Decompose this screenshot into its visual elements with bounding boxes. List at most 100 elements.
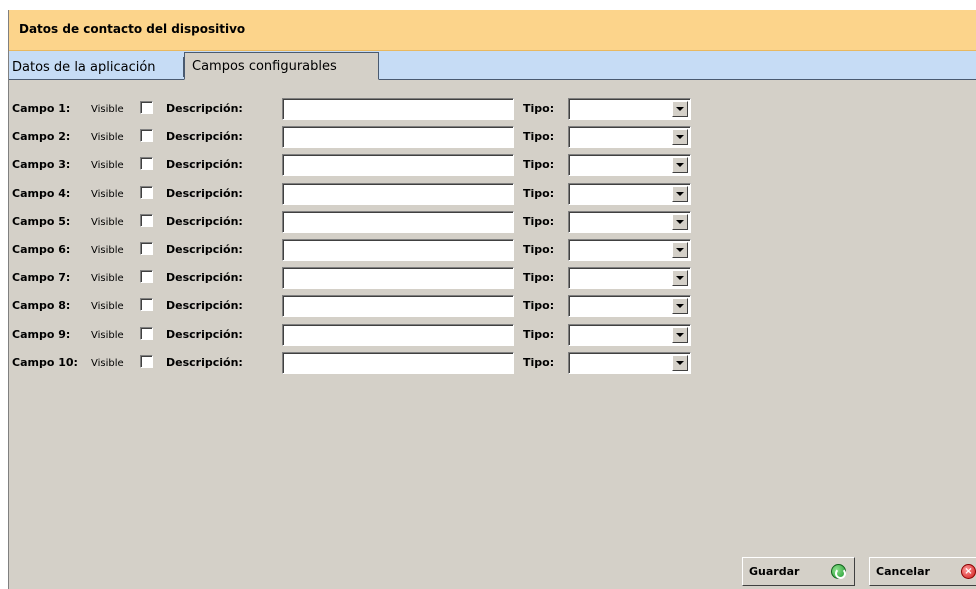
chevron-down-icon bbox=[676, 192, 684, 196]
save-button-label: Guardar bbox=[749, 565, 800, 578]
chevron-down-icon bbox=[676, 276, 684, 280]
chevron-down-icon bbox=[676, 333, 684, 337]
description-input[interactable] bbox=[282, 98, 514, 120]
description-label: Descripción: bbox=[166, 158, 243, 171]
type-select[interactable] bbox=[568, 154, 691, 176]
dropdown-arrow-button[interactable] bbox=[672, 242, 688, 258]
visible-label: Visible bbox=[91, 104, 124, 115]
type-select[interactable] bbox=[568, 126, 691, 148]
description-label: Descripción: bbox=[166, 102, 243, 115]
field-row: Campo 6: Visible Descripción: Tipo: bbox=[9, 239, 709, 261]
visible-label: Visible bbox=[91, 132, 124, 143]
dropdown-arrow-button[interactable] bbox=[672, 298, 688, 314]
type-label: Tipo: bbox=[523, 271, 555, 284]
visible-checkbox[interactable] bbox=[140, 298, 153, 311]
dropdown-arrow-button[interactable] bbox=[672, 129, 688, 145]
visible-checkbox[interactable] bbox=[140, 186, 153, 199]
description-label: Descripción: bbox=[166, 130, 243, 143]
chevron-down-icon bbox=[676, 163, 684, 167]
green-check-circle-icon bbox=[831, 564, 846, 579]
visible-checkbox[interactable] bbox=[140, 214, 153, 227]
dropdown-arrow-button[interactable] bbox=[672, 157, 688, 173]
field-name-label: Campo 6: bbox=[12, 243, 71, 256]
visible-checkbox[interactable] bbox=[140, 129, 153, 142]
description-input[interactable] bbox=[282, 183, 514, 205]
chevron-down-icon bbox=[676, 135, 684, 139]
type-label: Tipo: bbox=[523, 243, 555, 256]
type-select[interactable] bbox=[568, 211, 691, 233]
visible-checkbox[interactable] bbox=[140, 101, 153, 114]
visible-label: Visible bbox=[91, 160, 124, 171]
chevron-down-icon bbox=[676, 220, 684, 224]
visible-label: Visible bbox=[91, 273, 124, 284]
description-input[interactable] bbox=[282, 154, 514, 176]
tab-strip: Datos de la aplicación Campos configurab… bbox=[9, 51, 976, 80]
description-label: Descripción: bbox=[166, 271, 243, 284]
field-row: Campo 8: Visible Descripción: Tipo: bbox=[9, 295, 709, 317]
description-label: Descripción: bbox=[166, 299, 243, 312]
description-input[interactable] bbox=[282, 267, 514, 289]
field-row: Campo 4: Visible Descripción: Tipo: bbox=[9, 183, 709, 205]
dropdown-arrow-button[interactable] bbox=[672, 270, 688, 286]
cancel-button[interactable]: Cancelar × bbox=[869, 557, 976, 586]
description-label: Descripción: bbox=[166, 328, 243, 341]
field-name-label: Campo 4: bbox=[12, 187, 71, 200]
type-label: Tipo: bbox=[523, 187, 555, 200]
type-label: Tipo: bbox=[523, 299, 555, 312]
visible-label: Visible bbox=[91, 189, 124, 200]
field-row: Campo 10: Visible Descripción: Tipo: bbox=[9, 352, 709, 374]
chevron-down-icon bbox=[676, 304, 684, 308]
visible-checkbox[interactable] bbox=[140, 355, 153, 368]
type-label: Tipo: bbox=[523, 102, 555, 115]
dropdown-arrow-button[interactable] bbox=[672, 327, 688, 343]
save-button[interactable]: Guardar bbox=[742, 557, 855, 586]
field-row: Campo 9: Visible Descripción: Tipo: bbox=[9, 324, 709, 346]
description-input[interactable] bbox=[282, 324, 514, 346]
visible-label: Visible bbox=[91, 301, 124, 312]
field-name-label: Campo 3: bbox=[12, 158, 71, 171]
visible-checkbox[interactable] bbox=[140, 327, 153, 340]
visible-checkbox[interactable] bbox=[140, 270, 153, 283]
description-label: Descripción: bbox=[166, 215, 243, 228]
field-name-label: Campo 8: bbox=[12, 299, 71, 312]
description-input[interactable] bbox=[282, 126, 514, 148]
red-x-circle-icon: × bbox=[961, 564, 976, 579]
tab-campos-configurables[interactable]: Campos configurables bbox=[184, 52, 379, 80]
description-input[interactable] bbox=[282, 239, 514, 261]
visible-label: Visible bbox=[91, 217, 124, 228]
dropdown-arrow-button[interactable] bbox=[672, 355, 688, 371]
field-name-label: Campo 10: bbox=[12, 356, 78, 369]
type-label: Tipo: bbox=[523, 215, 555, 228]
type-select[interactable] bbox=[568, 183, 691, 205]
chevron-down-icon bbox=[676, 107, 684, 111]
type-label: Tipo: bbox=[523, 130, 555, 143]
type-select[interactable] bbox=[568, 295, 691, 317]
visible-checkbox[interactable] bbox=[140, 242, 153, 255]
field-row: Campo 3: Visible Descripción: Tipo: bbox=[9, 154, 709, 176]
description-input[interactable] bbox=[282, 295, 514, 317]
description-label: Descripción: bbox=[166, 243, 243, 256]
visible-label: Visible bbox=[91, 245, 124, 256]
tab-datos-aplicacion[interactable]: Datos de la aplicación bbox=[11, 57, 161, 80]
title-bar: Datos de contacto del dispositivo bbox=[9, 10, 976, 51]
type-label: Tipo: bbox=[523, 328, 555, 341]
field-name-label: Campo 5: bbox=[12, 215, 71, 228]
dropdown-arrow-button[interactable] bbox=[672, 214, 688, 230]
description-input[interactable] bbox=[282, 352, 514, 374]
visible-checkbox[interactable] bbox=[140, 157, 153, 170]
field-row: Campo 1: Visible Descripción: Tipo: bbox=[9, 98, 709, 120]
type-select[interactable] bbox=[568, 98, 691, 120]
field-name-label: Campo 7: bbox=[12, 271, 71, 284]
type-select[interactable] bbox=[568, 267, 691, 289]
field-row: Campo 2: Visible Descripción: Tipo: bbox=[9, 126, 709, 148]
field-name-label: Campo 2: bbox=[12, 130, 71, 143]
dropdown-arrow-button[interactable] bbox=[672, 186, 688, 202]
type-select[interactable] bbox=[568, 239, 691, 261]
type-select[interactable] bbox=[568, 352, 691, 374]
window-title: Datos de contacto del dispositivo bbox=[19, 22, 246, 36]
description-input[interactable] bbox=[282, 211, 514, 233]
type-select[interactable] bbox=[568, 324, 691, 346]
field-row: Campo 5: Visible Descripción: Tipo: bbox=[9, 211, 709, 233]
field-name-label: Campo 1: bbox=[12, 102, 71, 115]
dropdown-arrow-button[interactable] bbox=[672, 101, 688, 117]
